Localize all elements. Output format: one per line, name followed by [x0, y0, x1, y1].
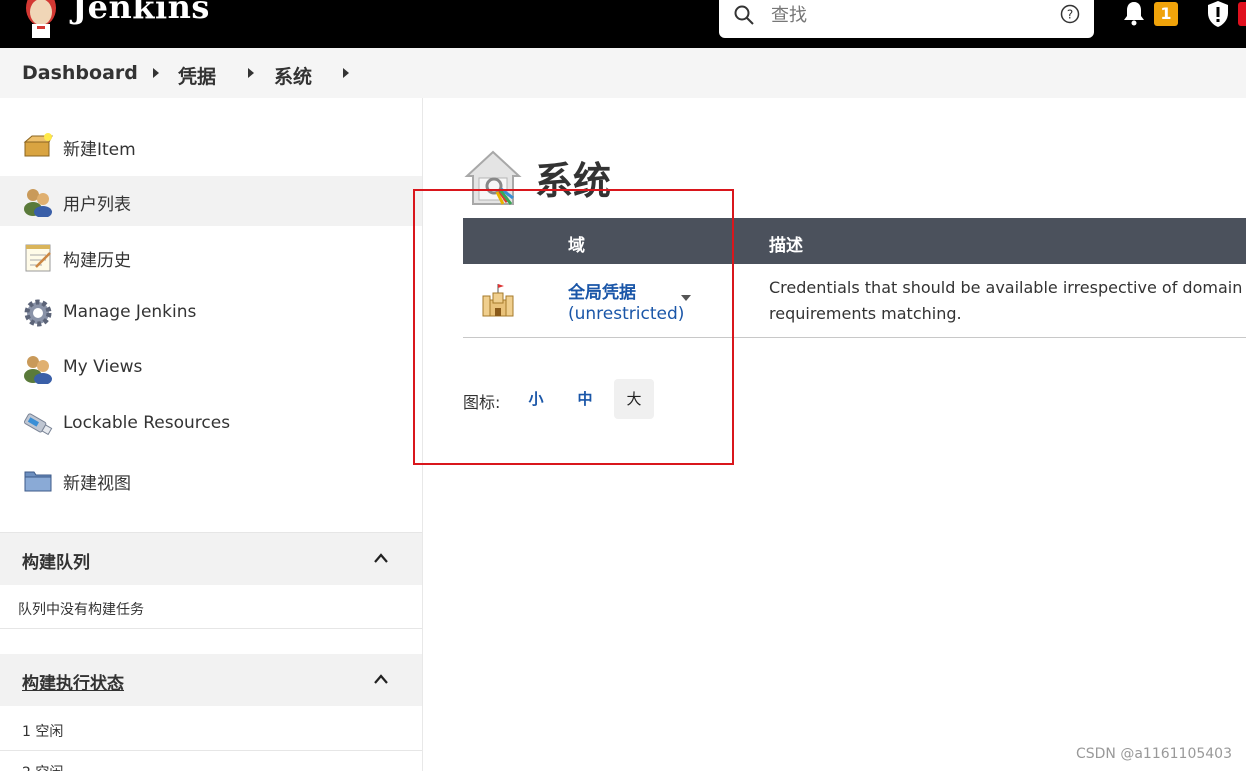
build-queue-header[interactable]: 构建队列 [0, 533, 422, 585]
folder-icon [24, 471, 52, 492]
domain-description: requirements matching. [769, 304, 962, 323]
build-queue-empty-text: 队列中没有构建任务 [18, 602, 144, 618]
divider [0, 750, 422, 751]
sidebar-item-label: 新建Item [63, 140, 136, 160]
divider [0, 628, 422, 629]
sidebar-item-my-views[interactable]: My Views [0, 343, 422, 393]
help-icon[interactable]: ? [1060, 4, 1080, 24]
breadcrumb-chevron-icon[interactable] [248, 68, 254, 78]
collapse-icon[interactable] [374, 674, 388, 684]
notepad-icon [25, 244, 51, 272]
usb-drive-icon [23, 413, 53, 436]
executors-title[interactable]: 构建执行状态 [22, 669, 124, 694]
sidebar-item-build-history[interactable]: 构建历史 [0, 232, 422, 282]
sidebar-item-label: Lockable Resources [63, 413, 231, 433]
security-badge[interactable] [1238, 2, 1246, 26]
breadcrumb-chevron-icon[interactable] [153, 68, 159, 78]
domain-description: Credentials that should be available irr… [769, 278, 1246, 297]
brand-name[interactable]: Jenkins [72, 0, 210, 26]
sidebar-item-new-item[interactable]: 新建Item [0, 121, 422, 171]
search-icon [734, 5, 754, 25]
sidebar-item-lockable-resources[interactable]: Lockable Resources [0, 399, 422, 449]
svg-text:?: ? [1067, 8, 1073, 22]
breadcrumb-credentials[interactable]: 凭据 [178, 62, 216, 89]
sidebar-item-label: 构建历史 [63, 251, 131, 271]
search-input[interactable] [771, 2, 1051, 28]
notification-badge[interactable]: 1 [1154, 2, 1178, 26]
executor-status: 1 空闲 [22, 724, 64, 740]
annotation-highlight-box [413, 189, 734, 465]
breadcrumb: Dashboard 凭据 系统 [0, 48, 1246, 98]
sidebar-item-new-view[interactable]: 新建视图 [0, 455, 422, 505]
breadcrumb-chevron-icon[interactable] [343, 68, 349, 78]
breadcrumb-system[interactable]: 系统 [274, 62, 312, 89]
executor-status: 2 空闲 [22, 762, 63, 771]
jenkins-logo-icon[interactable] [22, 0, 60, 38]
breadcrumb-dashboard[interactable]: Dashboard [22, 62, 138, 84]
sidebar-item-manage-jenkins[interactable]: Manage Jenkins [0, 288, 422, 338]
collapse-icon[interactable] [374, 553, 388, 563]
new-item-icon [23, 133, 53, 157]
sidebar-item-label: 用户列表 [63, 195, 131, 215]
watermark: CSDN @a1161105403 [1075, 746, 1232, 762]
search-box[interactable]: ? [719, 0, 1094, 38]
sidebar-item-label: 新建视图 [63, 474, 131, 494]
gear-icon [24, 299, 52, 327]
users-icon [24, 356, 52, 384]
top-header: Jenkins ? 1 [0, 0, 1246, 48]
sidebar-item-label: My Views [63, 357, 143, 377]
column-header-description[interactable]: 描述 [769, 231, 803, 256]
sidebar: 新建Item 用户列表 构建历史 Manage Jenkins My Views… [0, 98, 423, 771]
users-icon [24, 189, 52, 217]
sidebar-item-label: Manage Jenkins [63, 302, 197, 322]
bell-icon[interactable] [1122, 0, 1146, 26]
shield-alert-icon[interactable] [1206, 0, 1230, 28]
build-queue-title: 构建队列 [22, 553, 90, 573]
executors-header[interactable]: 构建执行状态 [0, 654, 422, 706]
sidebar-item-users[interactable]: 用户列表 [0, 176, 422, 226]
